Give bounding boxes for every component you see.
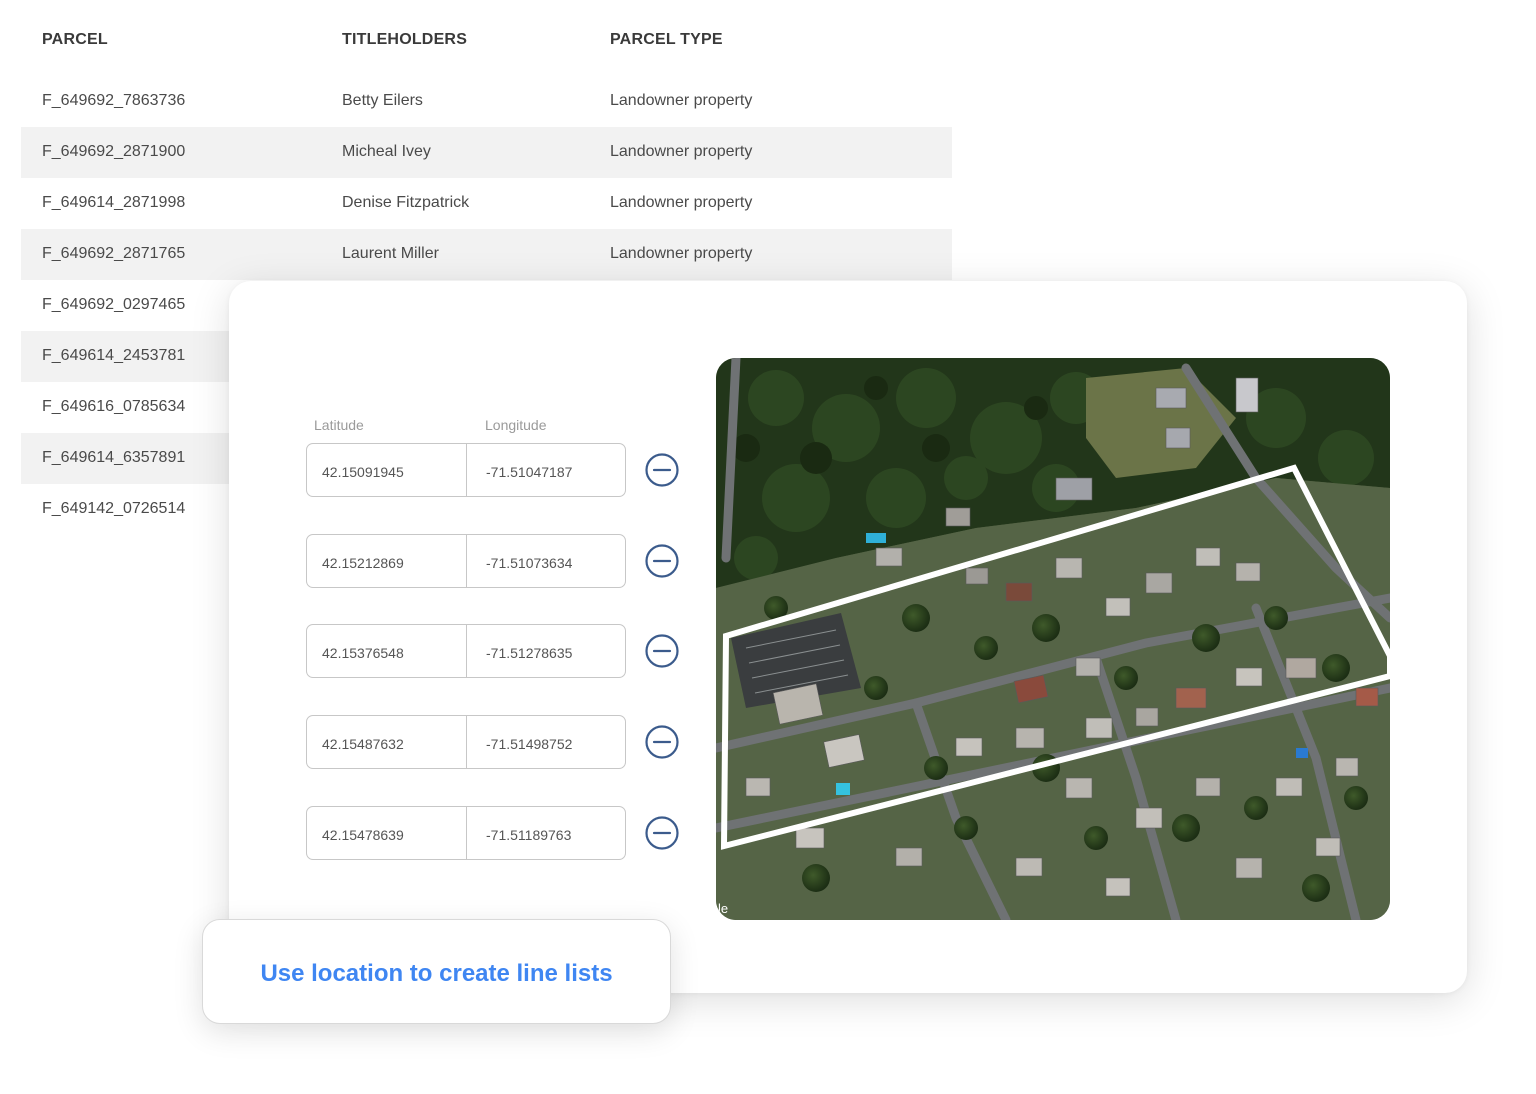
field-divider bbox=[466, 716, 467, 768]
satellite-map[interactable]: le bbox=[716, 358, 1390, 920]
table-row[interactable]: F_649614_2871998 Denise Fitzpatrick Land… bbox=[21, 178, 952, 229]
coordinate-field[interactable]: 42.15091945 -71.51047187 bbox=[306, 443, 626, 497]
location-card: Latitude Longitude 42.15091945 -71.51047… bbox=[229, 281, 1467, 993]
minus-circle-icon[interactable] bbox=[645, 453, 679, 487]
field-divider bbox=[466, 625, 467, 677]
parcel-id: F_649614_6357891 bbox=[42, 449, 186, 466]
minus-circle-icon[interactable] bbox=[645, 816, 679, 850]
header-titleholders: TITLEHOLDERS bbox=[342, 31, 468, 48]
header-parcel-type: PARCEL TYPE bbox=[610, 31, 723, 48]
minus-circle-icon[interactable] bbox=[645, 544, 679, 578]
coordinate-row: 42.15478639 -71.51189763 bbox=[306, 806, 682, 862]
coordinate-row: 42.15212869 -71.51073634 bbox=[306, 534, 682, 590]
latitude-value[interactable]: 42.15376548 bbox=[322, 645, 404, 661]
parcel-id: F_649614_2871998 bbox=[42, 194, 186, 211]
create-line-lists-label: Use location to create line lists bbox=[260, 960, 613, 987]
coordinate-field[interactable]: 42.15487632 -71.51498752 bbox=[306, 715, 626, 769]
coordinate-field[interactable]: 42.15376548 -71.51278635 bbox=[306, 624, 626, 678]
table-row[interactable]: F_649692_7863736 Betty Eilers Landowner … bbox=[21, 76, 952, 127]
parcel-type: Landowner property bbox=[610, 92, 753, 109]
field-divider bbox=[466, 807, 467, 859]
parcel-type: Landowner property bbox=[610, 143, 753, 160]
latitude-value[interactable]: 42.15487632 bbox=[322, 736, 404, 752]
table-row[interactable]: F_649692_2871765 Laurent Miller Landowne… bbox=[21, 229, 952, 280]
parcel-id: F_649692_2871900 bbox=[42, 143, 186, 160]
longitude-value[interactable]: -71.51278635 bbox=[486, 645, 572, 661]
header-parcel: PARCEL bbox=[42, 31, 108, 48]
longitude-value[interactable]: -71.51189763 bbox=[486, 827, 571, 843]
table-row[interactable]: F_649692_2871900 Micheal Ivey Landowner … bbox=[21, 127, 952, 178]
coordinate-row: 42.15376548 -71.51278635 bbox=[306, 624, 682, 680]
longitude-label: Longitude bbox=[485, 417, 547, 433]
table-header: PARCEL TITLEHOLDERS PARCEL TYPE bbox=[21, 0, 952, 76]
longitude-value[interactable]: -71.51047187 bbox=[486, 464, 572, 480]
titleholder: Denise Fitzpatrick bbox=[342, 194, 470, 211]
titleholder: Laurent Miller bbox=[342, 245, 439, 262]
parcel-id: F_649692_7863736 bbox=[42, 92, 186, 109]
coordinate-field[interactable]: 42.15478639 -71.51189763 bbox=[306, 806, 626, 860]
create-line-lists-button[interactable]: Use location to create line lists bbox=[202, 919, 671, 1024]
minus-circle-icon[interactable] bbox=[645, 634, 679, 668]
titleholder: Micheal Ivey bbox=[342, 143, 431, 160]
latitude-value[interactable]: 42.15091945 bbox=[322, 464, 404, 480]
map-imagery: le bbox=[716, 358, 1390, 920]
parcel-id: F_649692_2871765 bbox=[42, 245, 186, 262]
field-divider bbox=[466, 535, 467, 587]
coordinate-field[interactable]: 42.15212869 -71.51073634 bbox=[306, 534, 626, 588]
map-attribution: le bbox=[718, 901, 728, 916]
parcel-id: F_649692_0297465 bbox=[42, 296, 186, 313]
parcel-id: F_649616_0785634 bbox=[42, 398, 186, 415]
titleholder: Betty Eilers bbox=[342, 92, 423, 109]
parcel-type: Landowner property bbox=[610, 245, 753, 262]
longitude-value[interactable]: -71.51498752 bbox=[486, 736, 572, 752]
latitude-value[interactable]: 42.15212869 bbox=[322, 555, 404, 571]
coordinate-row: 42.15091945 -71.51047187 bbox=[306, 443, 682, 499]
longitude-value[interactable]: -71.51073634 bbox=[486, 555, 572, 571]
minus-circle-icon[interactable] bbox=[645, 725, 679, 759]
parcel-id: F_649142_0726514 bbox=[42, 500, 186, 517]
latitude-value[interactable]: 42.15478639 bbox=[322, 827, 404, 843]
field-divider bbox=[466, 444, 467, 496]
parcel-type: Landowner property bbox=[610, 194, 753, 211]
latitude-label: Latitude bbox=[314, 417, 364, 433]
parcel-id: F_649614_2453781 bbox=[42, 347, 186, 364]
coordinate-row: 42.15487632 -71.51498752 bbox=[306, 715, 682, 771]
